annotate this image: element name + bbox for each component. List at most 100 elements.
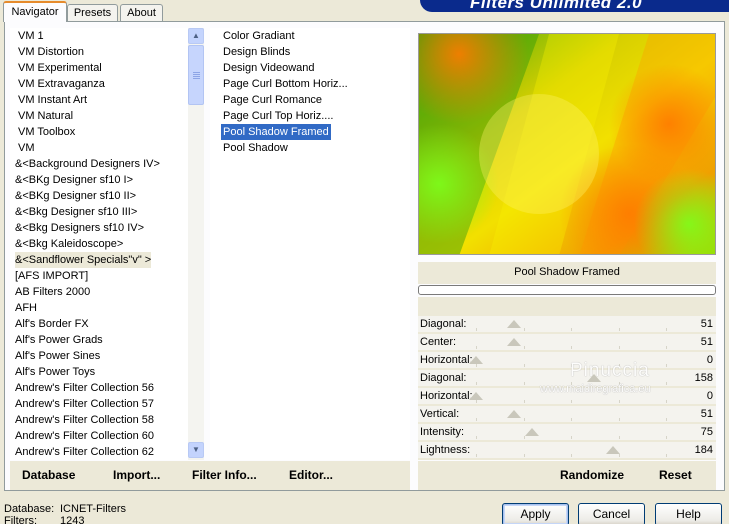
- category-list[interactable]: VM 1 VM Distortion VM Experimental VM Extra…: [10, 28, 204, 460]
- filter-list[interactable]: Color Gradiant Design Blinds Design Videow…: [210, 28, 410, 460]
- slider-track[interactable]: [476, 448, 666, 452]
- category-item[interactable]: VM Extravaganza: [18, 76, 105, 92]
- category-item[interactable]: Alf's Power Sines: [15, 348, 100, 364]
- filter-item[interactable]: Pool Shadow Framed: [221, 124, 331, 140]
- parameter-value: 0: [706, 390, 713, 402]
- category-item[interactable]: Alf's Power Toys: [15, 364, 95, 380]
- slider-tick: [571, 436, 572, 439]
- slider-thumb[interactable]: [507, 410, 521, 418]
- slider-thumb[interactable]: [507, 320, 521, 328]
- slider-tick: [476, 346, 477, 349]
- slider-tick: [619, 436, 620, 439]
- slider-track[interactable]: [476, 412, 666, 416]
- category-item[interactable]: VM Toolbox: [18, 124, 75, 140]
- slider-track[interactable]: [476, 430, 666, 434]
- category-item[interactable]: &<Bkg Designer sf10 III>: [15, 204, 137, 220]
- category-item[interactable]: VM 1: [18, 28, 44, 44]
- slider-tick: [666, 346, 667, 349]
- slider-thumb[interactable]: [507, 338, 521, 346]
- parameter-toolbar: Randomize Reset: [418, 461, 716, 490]
- category-item[interactable]: Andrew's Filter Collection 62: [15, 444, 154, 460]
- parameter-slider[interactable]: Intensity: 75: [418, 424, 716, 440]
- parameter-label: Lightness:: [420, 444, 471, 456]
- filters-unlimited-banner: Filters Unlimited 2.0: [420, 0, 729, 12]
- category-item[interactable]: Andrew's Filter Collection 57: [15, 396, 154, 412]
- parameter-slider[interactable]: Vertical: 51: [418, 406, 716, 422]
- tab-presets[interactable]: Presets: [67, 4, 118, 22]
- category-item[interactable]: Andrew's Filter Collection 56: [15, 380, 154, 396]
- category-item[interactable]: &<Bkg Designers sf10 IV>: [15, 220, 144, 236]
- category-item[interactable]: Alf's Power Grads: [15, 332, 103, 348]
- slider-tick: [524, 418, 525, 421]
- apply-button[interactable]: Apply: [502, 503, 569, 524]
- filter-item[interactable]: Design Blinds: [221, 44, 292, 60]
- category-item[interactable]: VM: [18, 140, 35, 156]
- slider-tick: [619, 346, 620, 349]
- category-scrollbar[interactable]: ▲ ▼: [188, 28, 204, 460]
- filter-item[interactable]: Color Gradiant: [221, 28, 297, 44]
- slider-thumb[interactable]: [469, 356, 483, 364]
- category-item[interactable]: Andrew's Filter Collection 58: [15, 412, 154, 428]
- parameter-label: Diagonal:: [420, 372, 467, 384]
- slider-tick: [476, 382, 477, 385]
- scroll-up-button[interactable]: ▲: [188, 28, 204, 44]
- parameter-value: 51: [700, 408, 713, 420]
- category-item[interactable]: &<BKg Designer sf10 I>: [15, 172, 133, 188]
- slider-tick: [666, 400, 667, 403]
- parameter-slider[interactable]: Horizontal: 0: [418, 352, 716, 368]
- parameter-slider[interactable]: Diagonal: 51: [418, 316, 716, 332]
- parameter-slider[interactable]: Lightness: 184: [418, 442, 716, 458]
- filter-item[interactable]: Design Videowand: [221, 60, 317, 76]
- status-filters-value: 1243: [60, 515, 85, 524]
- parameter-slider[interactable]: Center: 51: [418, 334, 716, 350]
- cancel-button[interactable]: Cancel: [578, 503, 645, 524]
- help-button[interactable]: Help: [655, 503, 722, 524]
- editor-button[interactable]: Editor...: [289, 461, 333, 490]
- category-item[interactable]: VM Natural: [18, 108, 73, 124]
- category-item[interactable]: VM Instant Art: [18, 92, 87, 108]
- slider-thumb[interactable]: [606, 446, 620, 454]
- slider-track[interactable]: [476, 322, 666, 326]
- category-item[interactable]: &<Bkg Kaleidoscope>: [15, 236, 123, 252]
- filter-item[interactable]: Page Curl Romance: [221, 92, 324, 108]
- slider-tick: [571, 454, 572, 457]
- tab-about[interactable]: About: [120, 4, 163, 22]
- category-item[interactable]: VM Distortion: [18, 44, 84, 60]
- import-button[interactable]: Import...: [113, 461, 160, 490]
- parameter-label: Center:: [420, 336, 457, 348]
- parameter-value: 184: [694, 444, 713, 456]
- category-item[interactable]: AB Filters 2000: [15, 284, 90, 300]
- slider-tick: [666, 436, 667, 439]
- slider-thumb[interactable]: [525, 428, 539, 436]
- category-item[interactable]: Andrew's Filter Collection 60: [15, 428, 154, 444]
- banner-title: Filters Unlimited 2.0: [470, 0, 643, 12]
- filter-preview-image: [418, 33, 716, 255]
- slider-tick: [619, 328, 620, 331]
- category-item[interactable]: Alf's Border FX: [15, 316, 89, 332]
- category-item[interactable]: VM Experimental: [18, 60, 102, 76]
- filter-info-button[interactable]: Filter Info...: [192, 461, 257, 490]
- progress-bar: [418, 285, 716, 295]
- category-item[interactable]: AFH: [15, 300, 37, 316]
- parameter-value: 0: [706, 354, 713, 366]
- scroll-thumb[interactable]: [188, 45, 204, 105]
- slider-tick: [476, 418, 477, 421]
- category-item[interactable]: &<BKg Designer sf10 II>: [15, 188, 136, 204]
- category-item[interactable]: [AFS IMPORT]: [15, 268, 88, 284]
- reset-button[interactable]: Reset: [659, 461, 692, 490]
- slider-track[interactable]: [476, 340, 666, 344]
- filter-item[interactable]: Pool Shadow: [221, 140, 290, 156]
- tab-navigator[interactable]: Navigator: [3, 1, 67, 22]
- database-button[interactable]: Database: [22, 461, 75, 490]
- filter-item[interactable]: Page Curl Bottom Horiz...: [221, 76, 350, 92]
- slider-tick: [571, 346, 572, 349]
- slider-tick: [524, 436, 525, 439]
- selected-filter-title: Pool Shadow Framed: [418, 262, 716, 284]
- category-item[interactable]: &<Background Designers IV>: [15, 156, 160, 172]
- slider-tick: [619, 418, 620, 421]
- category-item[interactable]: &<Sandflower Specials"v" >: [15, 252, 152, 268]
- randomize-button[interactable]: Randomize: [560, 461, 624, 490]
- scroll-down-button[interactable]: ▼: [188, 442, 204, 458]
- filter-item[interactable]: Page Curl Top Horiz....: [221, 108, 335, 124]
- slider-thumb[interactable]: [469, 392, 483, 400]
